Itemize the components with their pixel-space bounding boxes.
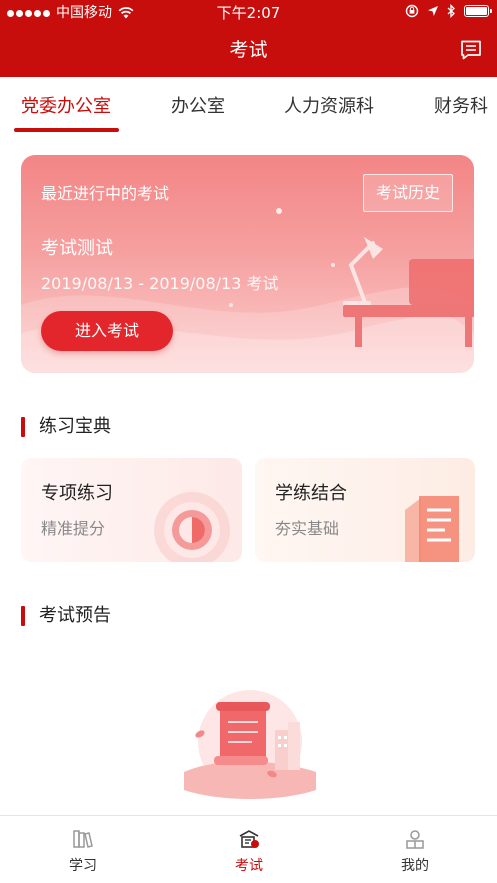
section-marker bbox=[21, 417, 25, 437]
empty-scroll-illustration bbox=[184, 690, 316, 799]
department-tabs: 党委办公室 办公室 人力资源科 财务科 bbox=[0, 77, 497, 139]
battery-icon bbox=[464, 5, 492, 17]
practice-section-header: 练习宝典 bbox=[21, 415, 221, 439]
exam-icon bbox=[239, 830, 259, 848]
study-practice-card[interactable]: 学练结合 夯实基础 bbox=[255, 458, 475, 562]
bottom-nav-mine-label: 我的 bbox=[401, 858, 429, 874]
section-marker bbox=[21, 606, 25, 626]
target-icon bbox=[154, 492, 230, 562]
tab-dangwei[interactable]: 党委办公室 bbox=[21, 95, 111, 119]
rotation-lock-icon bbox=[405, 4, 419, 18]
study-practice-title: 学练结合 bbox=[275, 483, 347, 504]
enter-exam-button[interactable]: 进入考试 bbox=[41, 311, 173, 351]
practice-section-title: 练习宝典 bbox=[39, 416, 111, 437]
preview-section-header: 考试预告 bbox=[21, 604, 221, 628]
exam-page: 中国移动 下午2:07 考试 党委办公室 办公室 人力资源科 财务科 最近进行中… bbox=[0, 0, 497, 883]
recent-exam-label: 最近进行中的考试 bbox=[41, 184, 170, 203]
special-practice-subtitle: 精准提分 bbox=[41, 519, 106, 538]
bottom-nav-exam-label: 考试 bbox=[235, 858, 263, 874]
special-practice-title: 专项练习 bbox=[41, 483, 113, 504]
status-bar: 中国移动 下午2:07 bbox=[0, 0, 497, 26]
bottom-nav-exam[interactable]: 考试 bbox=[166, 816, 332, 883]
preview-section-title: 考试预告 bbox=[39, 605, 111, 626]
bottom-nav-study[interactable]: 学习 bbox=[0, 816, 166, 883]
study-practice-subtitle: 夯实基础 bbox=[275, 519, 340, 538]
nav-bar: 考试 bbox=[0, 26, 497, 77]
bluetooth-icon bbox=[447, 4, 455, 18]
message-icon[interactable] bbox=[459, 38, 483, 62]
location-icon bbox=[428, 6, 438, 16]
current-exam-card: 最近进行中的考试 考试历史 考试测试 2019/08/13 - 2019/08/… bbox=[21, 155, 474, 373]
exam-date: 2019/08/13 - 2019/08/13 考试 bbox=[41, 274, 279, 293]
tab-office[interactable]: 办公室 bbox=[171, 95, 225, 119]
bottom-nav: 学习 考试 我的 bbox=[0, 815, 497, 883]
tab-finance[interactable]: 财务科 bbox=[434, 95, 488, 119]
status-right bbox=[405, 4, 492, 18]
document-icon bbox=[405, 496, 459, 562]
special-practice-card[interactable]: 专项练习 精准提分 bbox=[21, 458, 242, 562]
tab-hr[interactable]: 人力资源科 bbox=[284, 95, 374, 119]
top-bar: 中国移动 下午2:07 考试 bbox=[0, 0, 497, 77]
active-tab-indicator bbox=[14, 128, 119, 132]
books-icon bbox=[73, 830, 93, 848]
page-title: 考试 bbox=[229, 39, 268, 61]
exam-history-button[interactable]: 考试历史 bbox=[363, 174, 453, 212]
bottom-nav-study-label: 学习 bbox=[69, 858, 97, 874]
user-icon bbox=[406, 830, 424, 849]
bottom-nav-mine[interactable]: 我的 bbox=[332, 816, 497, 883]
exam-title: 考试测试 bbox=[41, 238, 113, 259]
